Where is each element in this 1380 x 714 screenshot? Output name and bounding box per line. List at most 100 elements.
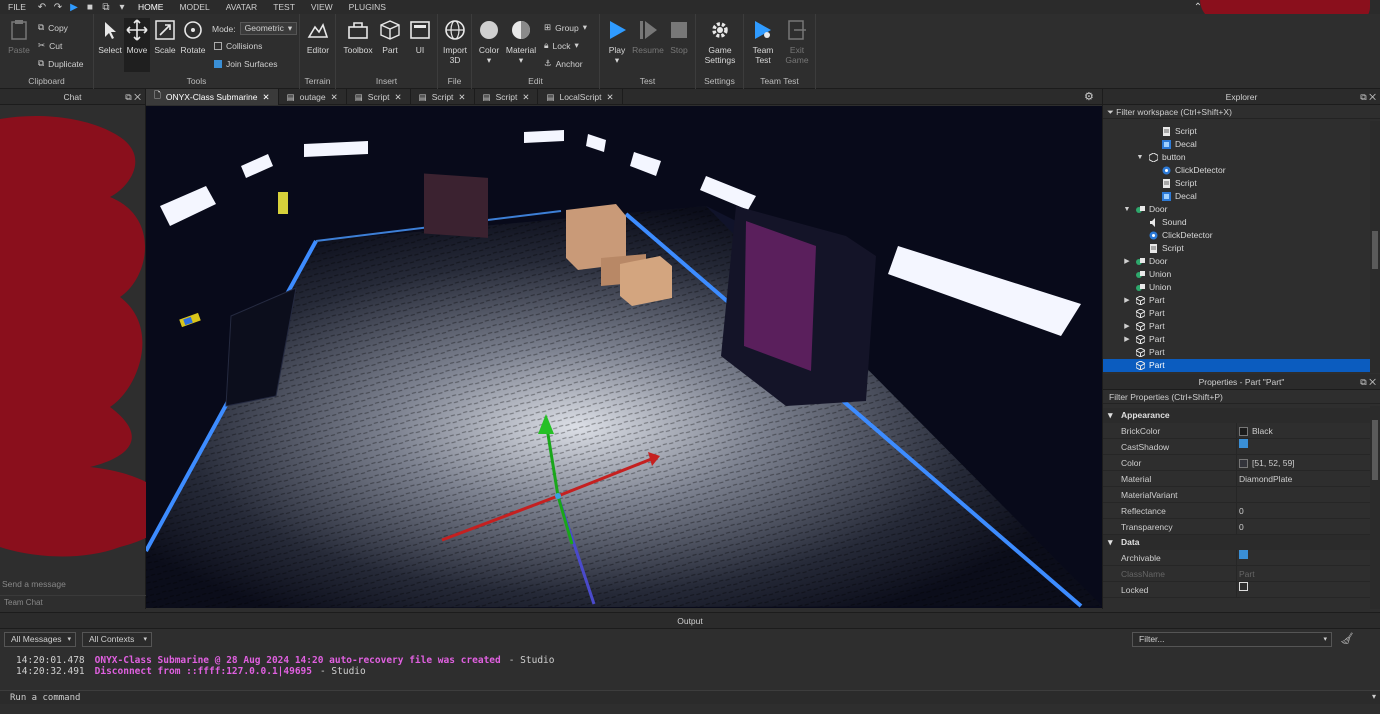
tab-0[interactable]: 🗋 ONYX-Class Submarine ✕ [146,89,279,105]
join-surfaces-checkbox[interactable] [214,60,222,68]
explorer-row-clickdetector[interactable]: ClickDetector [1103,229,1380,242]
chevron-down-icon[interactable]: ▾ [1372,692,1376,701]
join-surfaces-toggle[interactable]: Join Surfaces [214,59,278,69]
explorer-row-part[interactable]: Part [1103,307,1380,320]
property-row-material[interactable]: Material DiamondPlate [1103,471,1380,487]
section-data[interactable]: Data [1103,535,1380,550]
collisions-toggle[interactable]: Collisions [214,41,262,51]
mode-dropdown[interactable]: Geometric ▾ [239,22,298,35]
chat-input[interactable]: Send a message [2,579,66,589]
explorer-row-button[interactable]: ▼ button [1103,151,1380,164]
undo-icon[interactable]: ↶ [34,2,50,13]
anchor-button[interactable]: ⚓︎ Anchor [544,58,583,69]
chevron-down-icon[interactable]: ▼ [1135,151,1145,164]
select-button[interactable]: Select [98,18,122,55]
exit-game-button[interactable]: Exit Game [784,18,810,65]
property-value[interactable] [1239,439,1248,448]
tab-2[interactable]: ▤ Script ✕ [347,89,411,105]
explorer-row-door[interactable]: ▼ Door [1103,203,1380,216]
chevron-right-icon[interactable]: ▶ [1122,320,1132,333]
property-row-classname[interactable]: ClassName Part [1103,566,1380,582]
scale-button[interactable]: Scale [152,18,178,55]
menu-view[interactable]: VIEW [303,2,341,12]
chevron-down-icon[interactable]: ▼ [1122,203,1132,216]
ui-button[interactable]: UI [408,18,432,55]
menu-avatar[interactable]: AVATAR [218,2,266,12]
close-icon[interactable]: ✕ [262,92,269,103]
explorer-scroll-thumb[interactable] [1372,231,1378,269]
property-value[interactable]: 0 [1239,503,1244,519]
gear-icon[interactable]: ⚙ [1084,90,1094,103]
team-test-button[interactable]: Team Test [750,18,776,65]
duplicate-button[interactable]: ⧉ Duplicate [38,58,84,69]
properties-scrollbar[interactable] [1370,406,1380,609]
close-icon[interactable]: ⧉ ✕ [125,89,141,105]
explorer-row-door[interactable]: ▶ Door [1103,255,1380,268]
contexts-filter-dropdown[interactable]: All Contexts ▾ [82,632,152,647]
tab-3[interactable]: ▤ Script ✕ [411,89,475,105]
property-row-color[interactable]: Color [51, 52, 59] [1103,455,1380,471]
explorer-row-sound[interactable]: Sound [1103,216,1380,229]
close-icon[interactable]: ✕ [607,92,614,103]
close-icon[interactable]: ✕ [395,92,402,103]
explorer-row-part[interactable]: Part [1103,346,1380,359]
lock-button[interactable]: 🔒︎ Lock ▾ [544,40,579,51]
chevron-right-icon[interactable]: ▶ [1122,255,1132,268]
redo-icon[interactable]: ↷ [50,2,66,13]
close-icon[interactable]: ✕ [522,92,529,103]
terrain-editor-button[interactable]: Editor [304,18,332,55]
close-icon[interactable]: ✕ [331,92,338,103]
move-button[interactable]: Move [124,18,150,72]
explorer-scrollbar[interactable] [1370,121,1380,373]
explorer-row-part[interactable]: ▶ Part [1103,333,1380,346]
explorer-row-part[interactable]: ▶ Part [1103,294,1380,307]
game-settings-button[interactable]: Game Settings [702,18,738,65]
property-row-transparency[interactable]: Transparency 0 [1103,519,1380,535]
property-row-brickcolor[interactable]: BrickColor Black [1103,423,1380,439]
menu-file[interactable]: FILE [0,2,34,12]
cut-button[interactable]: ✂ Cut [38,40,62,51]
collisions-checkbox[interactable] [214,42,222,50]
explorer-row-clickdetector[interactable]: ClickDetector [1103,164,1380,177]
stop-button[interactable]: Stop [666,18,692,55]
explorer-row-union[interactable]: Union [1103,268,1380,281]
property-value[interactable]: DiamondPlate [1239,471,1292,487]
mode-select[interactable]: Mode: Geometric ▾ [212,22,298,35]
clear-output-icon[interactable]: 🧹︎ [1340,632,1354,645]
property-row-materialvariant[interactable]: MaterialVariant [1103,487,1380,503]
play-button[interactable]: Play ▾ [604,18,630,66]
property-checkbox[interactable] [1239,550,1248,559]
section-appearance[interactable]: Appearance [1103,408,1380,423]
stop-quick-icon[interactable]: ■ [82,2,98,13]
copy-button[interactable]: ⧉ Copy [38,22,68,33]
tab-5[interactable]: ▤ LocalScript ✕ [538,89,623,105]
paste-button[interactable]: Paste [6,18,32,55]
property-value[interactable] [1239,582,1248,591]
explorer-row-script[interactable]: Script [1103,177,1380,190]
chevron-right-icon[interactable]: ▶ [1122,294,1132,307]
material-button[interactable]: Material ▾ [504,18,538,66]
explorer-row-script[interactable]: Script [1103,125,1380,138]
play-quick-icon[interactable]: ▶ [66,2,82,13]
properties-scroll-thumb[interactable] [1372,420,1378,480]
menu-test[interactable]: TEST [265,2,303,12]
close-icon[interactable]: ✕ [458,92,465,103]
group-button[interactable]: ⊞ Group ▾ [544,22,587,33]
team-chat-label[interactable]: Team Chat [0,595,146,609]
menu-model[interactable]: MODEL [171,2,217,12]
property-value[interactable]: Black [1239,423,1273,439]
property-value[interactable] [1239,550,1248,559]
messages-filter-dropdown[interactable]: All Messages ▾ [4,632,76,647]
property-checkbox[interactable] [1239,439,1248,448]
rotate-button[interactable]: Rotate [180,18,206,55]
property-value[interactable]: 0 [1239,519,1244,535]
explorer-row-decal[interactable]: Decal [1103,138,1380,151]
property-checkbox[interactable] [1239,582,1248,591]
output-filter-input[interactable]: Filter... ▾ [1132,632,1332,647]
tab-1[interactable]: ▤ outage ✕ [279,89,347,105]
3d-viewport[interactable] [146,106,1102,608]
property-value[interactable]: Part [1239,566,1255,582]
customize-icon[interactable]: ▾ [114,2,130,13]
property-row-castshadow[interactable]: CastShadow [1103,439,1380,455]
command-bar-input[interactable]: Run a command [0,690,1380,704]
